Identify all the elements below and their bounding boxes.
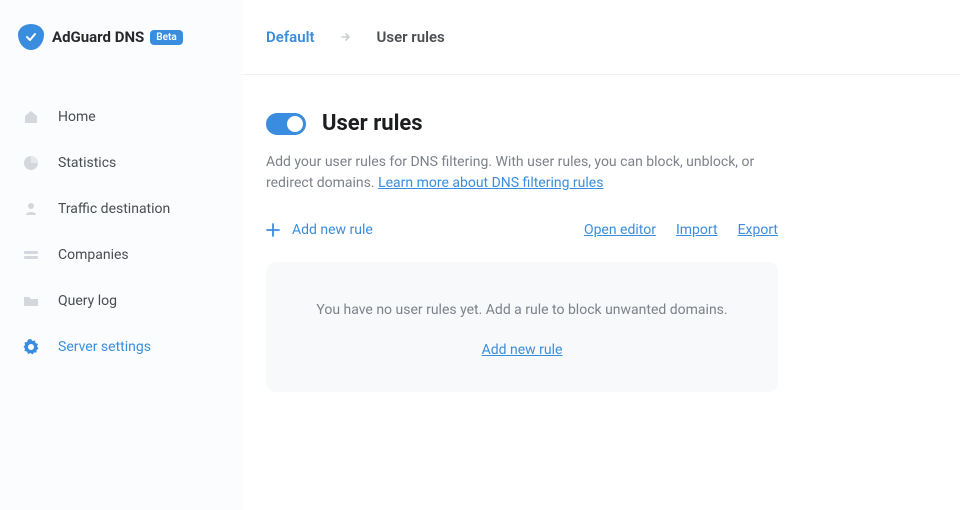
add-new-rule-button[interactable]: Add new rule [266, 222, 373, 238]
import-link[interactable]: Import [676, 222, 718, 238]
breadcrumb: Default User rules [242, 0, 960, 75]
sidebar-item-label: Query log [58, 293, 117, 309]
empty-add-rule-link[interactable]: Add new rule [482, 342, 563, 358]
arrow-right-icon [339, 30, 353, 44]
page-title: User rules [322, 111, 423, 136]
sidebar-item-traffic[interactable]: Traffic destination [0, 186, 242, 232]
sidebar-item-home[interactable]: Home [0, 94, 242, 140]
sidebar-item-companies[interactable]: Companies [0, 232, 242, 278]
sidebar-nav: Home Statistics Traffic destination Comp… [0, 78, 242, 370]
main: Default User rules User rules Add your u… [242, 0, 960, 510]
sidebar-item-server-settings[interactable]: Server settings [0, 324, 242, 370]
sidebar-item-label: Companies [58, 247, 129, 263]
learn-more-link[interactable]: Learn more about DNS filtering rules [378, 175, 603, 191]
gear-icon [22, 338, 40, 356]
content: User rules Add your user rules for DNS f… [242, 75, 802, 416]
sidebar: AdGuard DNS Beta Home Statistics Traffic… [0, 0, 242, 510]
empty-state-card: You have no user rules yet. Add a rule t… [266, 262, 778, 392]
beta-badge: Beta [150, 30, 182, 45]
sidebar-item-label: Statistics [58, 155, 116, 171]
add-new-rule-label: Add new rule [292, 222, 373, 238]
sidebar-item-label: Server settings [58, 339, 151, 355]
sidebar-item-statistics[interactable]: Statistics [0, 140, 242, 186]
breadcrumb-root[interactable]: Default [266, 28, 315, 46]
brand-logo[interactable]: AdGuard DNS Beta [0, 24, 242, 78]
open-editor-link[interactable]: Open editor [584, 222, 656, 238]
person-pin-icon [22, 200, 40, 218]
pie-chart-icon [22, 154, 40, 172]
sidebar-item-label: Traffic destination [58, 201, 170, 217]
export-link[interactable]: Export [738, 222, 778, 238]
right-actions: Open editor Import Export [584, 222, 778, 238]
plus-icon [266, 223, 280, 237]
title-row: User rules [266, 111, 778, 136]
sidebar-item-querylog[interactable]: Query log [0, 278, 242, 324]
folder-icon [22, 292, 40, 310]
actions-row: Add new rule Open editor Import Export [266, 222, 778, 238]
breadcrumb-current: User rules [377, 28, 445, 46]
brand-name: AdGuard DNS [52, 28, 144, 46]
lines-icon [22, 246, 40, 264]
page-description: Add your user rules for DNS filtering. W… [266, 152, 778, 194]
cloud-check-icon [18, 24, 44, 50]
home-icon [22, 108, 40, 126]
sidebar-item-label: Home [58, 109, 96, 125]
empty-state-text: You have no user rules yet. Add a rule t… [306, 300, 738, 321]
user-rules-toggle[interactable] [266, 113, 306, 135]
